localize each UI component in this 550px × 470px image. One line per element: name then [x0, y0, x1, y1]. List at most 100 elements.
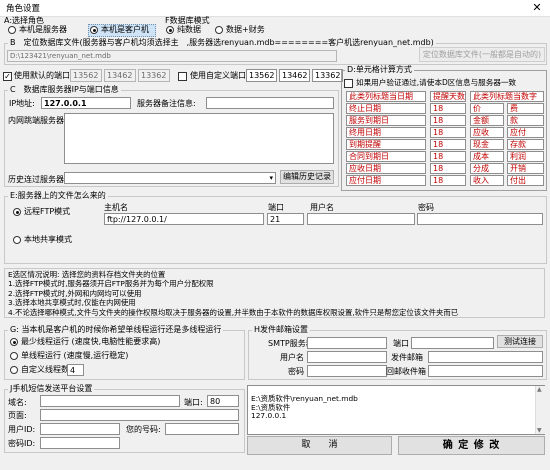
server-ip-caption: C 数据库服务器IP与端口信息: [8, 85, 121, 95]
ftp-port-header: 端口: [268, 203, 284, 212]
ftp-user-input[interactable]: [307, 213, 415, 225]
sms-userid-input[interactable]: [40, 423, 120, 435]
ftp-host-input[interactable]: ftp://127.0.0.1/: [104, 213, 264, 225]
data-finance-label[interactable]: 数据+财务: [226, 25, 265, 35]
client-role-radio[interactable]: [90, 26, 98, 34]
share-mode-label[interactable]: 本地共享模式: [24, 235, 72, 245]
custom-port-checkbox[interactable]: [178, 72, 187, 81]
custom-port-2[interactable]: 13462: [279, 69, 310, 82]
days-col-cell[interactable]: 18: [430, 151, 466, 162]
number-col-a-cell[interactable]: 收入: [470, 175, 504, 186]
cancel-button[interactable]: 取 消: [247, 436, 392, 455]
scroll-up-icon[interactable]: ▲: [537, 386, 542, 393]
multi-thread-label[interactable]: 最少线程运行 (速度快,电脑性能要求高): [21, 337, 160, 347]
locate-db-button[interactable]: 定位数据库文件(一般都是自动的): [419, 47, 545, 62]
verify-sync-checkbox[interactable]: [344, 79, 353, 88]
client-role-label[interactable]: 本机是客户机: [101, 25, 149, 35]
chevron-down-icon[interactable]: ▾: [269, 173, 273, 183]
ftp-pass-input[interactable]: [417, 213, 543, 225]
number-col-a-cell[interactable]: 成本: [470, 151, 504, 162]
default-port-2[interactable]: 13462: [104, 69, 136, 82]
date-col-cell[interactable]: 应收日期: [346, 163, 426, 174]
sms-domain-label: 域名:: [8, 398, 27, 407]
reply-input[interactable]: [428, 365, 543, 377]
days-col-cell[interactable]: 18: [430, 115, 466, 126]
sender-input[interactable]: [428, 351, 543, 363]
number-col-a-cell[interactable]: 价: [470, 103, 504, 114]
share-mode-radio[interactable]: [13, 236, 21, 244]
sms-phone-input[interactable]: [165, 423, 239, 435]
number-col-b-cell[interactable]: 应付: [507, 127, 544, 138]
custom-thread-radio[interactable]: [10, 366, 18, 374]
single-thread-radio[interactable]: [10, 352, 18, 360]
date-col-cell[interactable]: 服务到期日: [346, 115, 426, 126]
scroll-down-icon[interactable]: ▼: [537, 427, 542, 434]
days-col-cell[interactable]: 18: [430, 127, 466, 138]
mail-port-input[interactable]: [411, 337, 494, 349]
sms-page-input[interactable]: [40, 409, 239, 421]
multi-thread-radio[interactable]: [10, 338, 18, 346]
ftp-port-input[interactable]: 21: [267, 213, 304, 225]
number-col-b-cell[interactable]: 费: [507, 103, 544, 114]
number-col-a-cell[interactable]: 现金: [470, 139, 504, 150]
number-col-a-cell[interactable]: 应收: [470, 127, 504, 138]
date-col-cell[interactable]: 到期提醒: [346, 139, 426, 150]
ip-input[interactable]: 127.0.0.1: [41, 97, 131, 109]
number-col-a-cell[interactable]: 分成: [470, 163, 504, 174]
date-col-cell[interactable]: 合同到期日: [346, 151, 426, 162]
log-textarea[interactable]: E:\资质软件\renyuan_net.mdb E:\资质软件 127.0.0.…: [247, 385, 545, 435]
date-col-header: 此类列标题当日期: [346, 91, 426, 102]
number-col-b-cell[interactable]: 开销: [507, 163, 544, 174]
edit-history-button[interactable]: 编辑历史记录: [280, 170, 334, 184]
ftp-mode-radio[interactable]: [13, 208, 21, 216]
smtp-input[interactable]: [307, 337, 387, 349]
server-note-label: 服务器备注信息:: [137, 99, 196, 108]
default-port-3[interactable]: 13362: [138, 69, 170, 82]
test-connection-button[interactable]: 测试连接: [497, 335, 543, 348]
days-col-cell[interactable]: 18: [430, 103, 466, 114]
mail-user-input[interactable]: [307, 351, 387, 363]
db-mode-group: F数据库模式 纯数据 数据+财务: [165, 16, 265, 37]
ftp-mode-label[interactable]: 远程FTP模式: [24, 207, 70, 217]
default-port-checkbox[interactable]: ✓: [3, 72, 12, 81]
sms-domain-input[interactable]: [40, 395, 180, 407]
number-col-a-cell[interactable]: 金额: [470, 115, 504, 126]
pure-data-radio[interactable]: [166, 26, 174, 34]
number-col-b-cell[interactable]: 利润: [507, 151, 544, 162]
server-role-label[interactable]: 本机是服务器: [19, 25, 67, 35]
mail-pass-input[interactable]: [307, 365, 387, 377]
number-col-b-cell[interactable]: 款: [507, 115, 544, 126]
history-server-select[interactable]: ▾: [64, 172, 276, 184]
single-thread-label[interactable]: 单线程运行 (速度慢,运行稳定): [21, 351, 128, 361]
custom-port-1[interactable]: 13562: [246, 69, 277, 82]
custom-thread-input[interactable]: 4: [67, 364, 84, 376]
custom-thread-label[interactable]: 自定义线程数: [21, 365, 69, 375]
date-col-cell[interactable]: 应付日期: [346, 175, 426, 186]
days-col-cell[interactable]: 18: [430, 163, 466, 174]
sms-password-input[interactable]: [40, 437, 120, 449]
log-scrollbar[interactable]: ▲ ▼: [535, 386, 545, 434]
history-server-label: 历史连过服务器: [8, 175, 64, 184]
role-group: A:选择角色 本机是服务器 本机是客户机: [4, 16, 160, 37]
default-port-label[interactable]: 使用默认的端口: [14, 71, 70, 81]
sms-port-input[interactable]: 80: [207, 395, 239, 407]
pure-data-label[interactable]: 纯数据: [177, 25, 201, 35]
verify-sync-label[interactable]: 如果用户验证通过,请使本D区信息与服务器一致: [356, 78, 516, 88]
confirm-button[interactable]: 确 定 修 改: [398, 436, 545, 455]
date-col-cell[interactable]: 终止日期: [346, 103, 426, 114]
number-col-b-cell[interactable]: 存款: [507, 139, 544, 150]
custom-port-label[interactable]: 使用自定义端口: [190, 71, 246, 81]
data-finance-radio[interactable]: [215, 26, 223, 34]
jump-server-list[interactable]: [64, 113, 334, 164]
default-port-1[interactable]: 13562: [70, 69, 102, 82]
number-col-b-cell[interactable]: 付出: [507, 175, 544, 186]
server-role-radio[interactable]: [8, 26, 16, 34]
server-note-input[interactable]: [206, 97, 334, 109]
days-col-cell[interactable]: 18: [430, 175, 466, 186]
date-col-cell[interactable]: 终用日期: [346, 127, 426, 138]
close-icon[interactable]: ✕: [524, 0, 550, 16]
explain-line-0: E选区情况说明: 选择您的资料存档文件夹的位置: [8, 270, 166, 279]
days-col-cell[interactable]: 18: [430, 139, 466, 150]
db-path-field[interactable]: D:\123421\renyuan_net.mdb: [7, 50, 337, 62]
custom-port-3[interactable]: 13362: [312, 69, 343, 82]
